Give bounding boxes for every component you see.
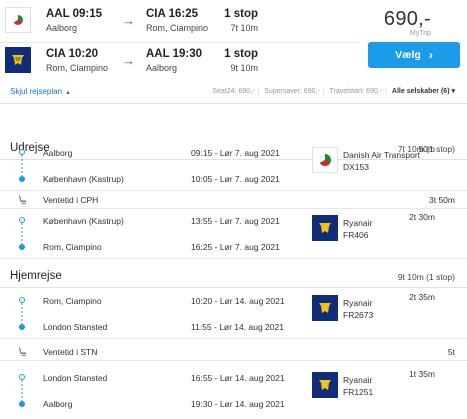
segment-duration: 2t 35m [409, 292, 435, 302]
seat-icon [18, 346, 27, 357]
segment-arrival-time: 10:05 - Lør 7. aug 2021 [191, 174, 280, 184]
provider-travelstart[interactable]: Travelstart: 690,- [329, 88, 382, 95]
seat-icon [18, 194, 27, 205]
segment-from: Rom, Ciampino [43, 296, 102, 306]
flight-segment: Rom, Ciampino London Stansted 10:20 - Lø… [0, 289, 467, 339]
other-providers: Seat24: 690,- | Supersaver: 690,- | Travel… [212, 88, 455, 95]
dat-logo-icon [5, 7, 31, 33]
segment-airline: Ryanair [343, 375, 373, 385]
hide-itinerary-toggle[interactable]: Skjul rejseplan ▴ [10, 87, 70, 96]
segment-arrival-time: 11:55 - Lør 14. aug 2021 [191, 322, 284, 332]
segment-arrival-time: 16:25 - Lør 7. aug 2021 [191, 242, 280, 252]
route-line-icon [19, 374, 25, 407]
return-title: Hjemrejse [10, 270, 62, 282]
flight-segment: Aalborg København (Kastrup) 09:15 - Lør … [0, 141, 467, 191]
outbound-duration: 7t 10m [230, 23, 258, 33]
layover-row: Ventetid i CPH 3t 50m [0, 191, 467, 209]
segment-airline: Ryanair [343, 218, 373, 228]
hide-itinerary-label: Skjul rejseplan [10, 87, 63, 96]
segment-from: Aalborg [43, 148, 73, 158]
segment-airline: Danish Air Transport [343, 150, 421, 160]
segment-airline: Ryanair [343, 298, 373, 308]
return-section-header: Hjemrejse 9t 10m (1 stop) [0, 268, 467, 288]
segment-to: London Stansted [43, 322, 108, 332]
outbound-stops: 1 stop [224, 8, 258, 20]
return-duration: 9t 10m [230, 63, 258, 73]
provider-seat24[interactable]: Seat24: 690,- [212, 88, 254, 95]
outbound-departure: AAL 09:15 [46, 8, 103, 20]
return-departure: CIA 10:20 [46, 48, 98, 60]
chevron-up-icon: ▴ [66, 89, 70, 96]
ryanair-logo-icon [312, 372, 338, 398]
route-line-icon [19, 217, 25, 250]
arrow-right-icon: → [122, 53, 135, 68]
all-companies-button[interactable]: Alle selskaber (6) ▾ [392, 88, 455, 95]
segment-to: Aalborg [43, 399, 73, 409]
flight-summary-card: AAL 09:15 Aalborg → CIA 16:25 Rom, Ciamp… [0, 0, 467, 104]
flight-segment: København (Kastrup) Rom, Ciampino 13:55 … [0, 209, 467, 259]
select-button[interactable]: Vælg › [368, 42, 460, 68]
segment-flight-number: FR2673 [343, 310, 374, 320]
ryanair-logo-icon [5, 47, 31, 73]
segment-departure-time: 13:55 - Lør 7. aug 2021 [191, 216, 280, 226]
ryanair-logo-icon [312, 215, 338, 241]
segment-departure-time: 09:15 - Lør 7. aug 2021 [191, 148, 280, 158]
chevron-down-icon: ▾ [451, 88, 455, 95]
price-provider: MyTrip [409, 30, 431, 37]
route-line-icon [19, 149, 25, 182]
return-arrival: AAL 19:30 [146, 48, 203, 60]
segment-duration: 1t 35m [409, 369, 435, 379]
segment-to: Rom, Ciampino [43, 242, 102, 252]
segment-flight-number: DX153 [343, 162, 369, 172]
provider-supersaver[interactable]: Supersaver: 690,- [264, 88, 320, 95]
segment-duration: 2t 30m [409, 212, 435, 222]
segment-flight-number: FR1251 [343, 387, 374, 397]
layover-duration: 5t [447, 347, 455, 357]
flight-segment: London Stansted Aalborg 16:55 - Lør 14. … [0, 366, 467, 416]
segment-from: København (Kastrup) [43, 216, 124, 226]
return-stops: 1 stop [224, 48, 258, 60]
arrow-right-icon: → [122, 13, 135, 28]
ryanair-logo-icon [312, 295, 338, 321]
return-arrival-city: Aalborg [146, 63, 178, 73]
segment-departure-time: 10:20 - Lør 14. aug 2021 [191, 296, 285, 306]
segment-from: London Stansted [43, 373, 108, 383]
layover-label: Ventetid i CPH [43, 195, 99, 205]
segment-duration: 50m [418, 144, 435, 154]
segment-departure-time: 16:55 - Lør 14. aug 2021 [191, 373, 285, 383]
return-leg-summary: CIA 10:20 Rom, Ciampino → AAL 19:30 Aalb… [0, 42, 360, 82]
segment-flight-number: FR406 [343, 230, 369, 240]
layover-label: Ventetid i STN [43, 347, 98, 357]
layover-duration: 3t 50m [429, 195, 455, 205]
segment-to: København (Kastrup) [43, 174, 124, 184]
return-total-duration: 9t 10m (1 stop) [397, 272, 455, 282]
chevron-right-icon: › [428, 48, 433, 62]
dat-logo-icon [312, 147, 338, 173]
outbound-arrival-city: Rom, Ciampino [146, 23, 209, 33]
outbound-departure-city: Aalborg [46, 23, 78, 33]
route-line-icon [19, 297, 25, 330]
price: 690,- [383, 8, 431, 30]
outbound-leg-summary: AAL 09:15 Aalborg → CIA 16:25 Rom, Ciamp… [0, 3, 360, 43]
select-button-label: Vælg [395, 49, 421, 61]
return-departure-city: Rom, Ciampino [46, 63, 109, 73]
outbound-arrival: CIA 16:25 [146, 8, 198, 20]
segment-arrival-time: 19:30 - Lør 14. aug 2021 [191, 399, 285, 409]
layover-row: Ventetid i STN 5t [0, 343, 467, 361]
